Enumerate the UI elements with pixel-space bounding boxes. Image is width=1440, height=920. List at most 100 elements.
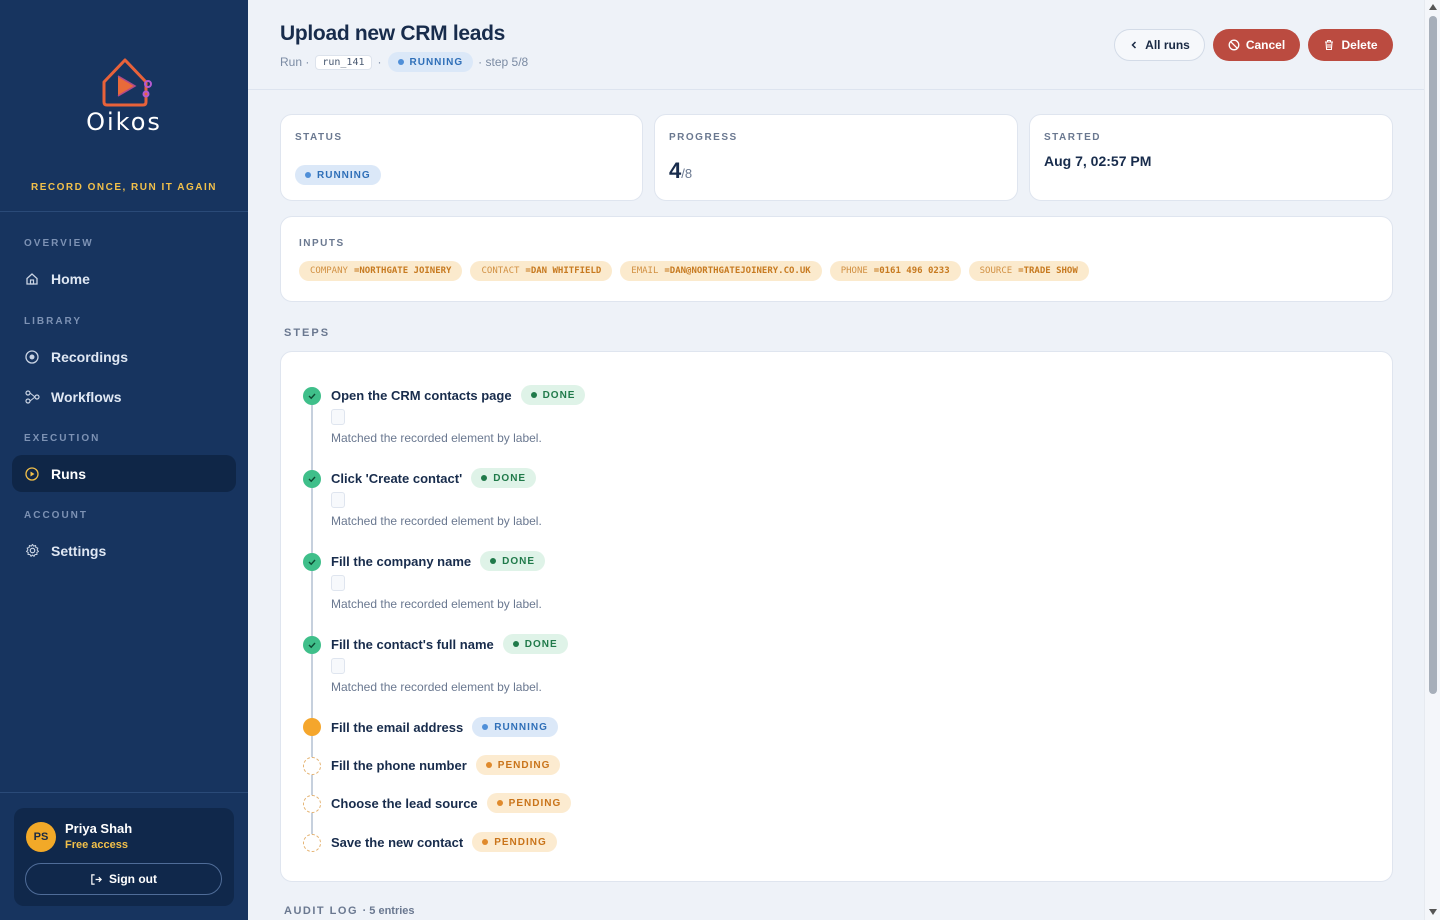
- step-title-text: Fill the phone number: [331, 757, 467, 773]
- page-scrollbar[interactable]: [1424, 0, 1440, 920]
- audit-log-label: AUDIT LOG: [284, 905, 358, 917]
- step-title-text: Fill the company name: [331, 553, 472, 569]
- step-title: Open the CRM contacts page DONE: [331, 385, 586, 405]
- started-value: Aug 7, 02:57 PM: [1044, 153, 1152, 169]
- status-badge-label: RUNNING: [409, 56, 464, 68]
- trash-icon: [1325, 39, 1334, 51]
- cancel-label: Cancel: [1245, 38, 1286, 52]
- step-title-text: Fill the email address: [331, 719, 464, 735]
- all-runs-button[interactable]: All runs: [1114, 29, 1205, 61]
- sidebar-item-label: Runs: [51, 465, 86, 482]
- step-title: Fill the contact's full name DONE: [331, 634, 568, 654]
- status-dot-icon: [482, 724, 489, 730]
- scrollbar-thumb[interactable]: [1429, 16, 1437, 694]
- brand-tagline: RECORD ONCE, RUN IT AGAIN: [30, 182, 218, 193]
- home-icon: [24, 271, 40, 287]
- timeline-line: [311, 396, 313, 848]
- record-icon: [24, 349, 40, 365]
- chip-value: =DAN WHITFIELD: [525, 266, 602, 276]
- inputs-card: INPUTS COMPANY =NORTHGATE JOINERY CONTACT…: [280, 216, 1393, 302]
- step-status-label: DONE: [493, 472, 527, 484]
- delete-label: Delete: [1341, 38, 1378, 52]
- sidebar-item-runs[interactable]: Runs: [12, 455, 236, 492]
- step-title-text: Choose the lead source: [331, 795, 478, 811]
- workflow-icon: [24, 389, 40, 405]
- step-title: Fill the phone number PENDING: [331, 755, 561, 775]
- inputs-label: INPUTS: [299, 238, 345, 249]
- progress-total: /8: [681, 166, 693, 181]
- step-note: Matched the recorded element by label.: [331, 680, 542, 694]
- chip-value: =0161 496 0233: [873, 266, 950, 276]
- sidebar-item-workflows[interactable]: Workflows: [12, 378, 236, 415]
- steps-card: Open the CRM contacts page DONE Matched …: [280, 351, 1393, 882]
- all-runs-label: All runs: [1145, 38, 1190, 52]
- status-badge-label: RUNNING: [317, 169, 371, 181]
- step-note: Matched the recorded element by label.: [331, 514, 542, 528]
- input-chip-email: EMAIL =DAN@NORTHGATEJOINERY.CO.UK: [620, 261, 822, 281]
- nav-section-library: LIBRARY: [24, 316, 83, 327]
- chip-key: CONTACT: [481, 266, 520, 276]
- step-title-text: Save the new contact: [331, 834, 464, 850]
- check-icon: [303, 387, 321, 405]
- input-chip-contact: CONTACT =DAN WHITFIELD: [470, 261, 613, 281]
- play-circle-icon: [24, 466, 40, 482]
- brand: Oikos RECORD ONCE, RUN IT AGAIN: [0, 0, 248, 212]
- step-status-badge: PENDING: [486, 793, 572, 813]
- chevron-left-icon: [1131, 41, 1137, 49]
- input-chips: COMPANY =NORTHGATE JOINERY CONTACT =DAN WH…: [299, 261, 1097, 281]
- step-status-label: PENDING: [508, 797, 562, 809]
- step-screenshot-thumb[interactable]: [331, 575, 345, 591]
- status-dot-icon: [481, 475, 488, 481]
- step-note: Matched the recorded element by label.: [331, 431, 542, 445]
- chip-key: COMPANY: [310, 266, 348, 276]
- page-title: Upload new CRM leads: [280, 22, 506, 45]
- step-status-label: RUNNING: [494, 721, 548, 733]
- pending-circle-icon: [303, 834, 321, 852]
- step-status-label: DONE: [502, 555, 536, 567]
- sidebar-item-recordings[interactable]: Recordings: [12, 338, 236, 375]
- status-dot-icon: [485, 762, 492, 768]
- step-indicator: · step 5/8: [478, 55, 529, 69]
- audit-log-title: AUDIT LOG · 5 entries: [284, 905, 415, 917]
- nav-section-execution: EXECUTION: [24, 433, 101, 444]
- status-dot-icon: [305, 172, 311, 178]
- status-dot-icon: [490, 558, 497, 564]
- sidebar-item-settings[interactable]: Settings: [12, 532, 236, 569]
- ban-icon: [1228, 39, 1240, 51]
- chip-value: =NORTHGATE JOINERY: [353, 266, 452, 276]
- scroll-up-icon[interactable]: [1429, 4, 1437, 10]
- step-title-text: Open the CRM contacts page: [331, 387, 512, 403]
- sidebar-item-label: Settings: [51, 542, 107, 559]
- page-header: Upload new CRM leads Run · run_141 · RUN…: [248, 0, 1424, 90]
- user-name: Priya Shah: [65, 821, 133, 836]
- nav-section-overview: OVERVIEW: [24, 238, 94, 249]
- step-title-text: Fill the contact's full name: [331, 636, 494, 652]
- sign-out-label: Sign out: [109, 872, 157, 886]
- progress-card: PROGRESS 4/8: [654, 114, 1018, 201]
- avatar: PS: [26, 822, 56, 852]
- scroll-down-icon[interactable]: [1429, 909, 1437, 915]
- nav-section-account: ACCOUNT: [24, 510, 88, 521]
- step-title: Fill the email address RUNNING: [331, 717, 558, 737]
- status-badge: RUNNING: [387, 52, 474, 72]
- input-chip-source: SOURCE =TRADE SHOW: [968, 261, 1089, 281]
- step-screenshot-thumb[interactable]: [331, 409, 345, 425]
- step-title: Click 'Create contact' DONE: [331, 468, 537, 488]
- step-screenshot-thumb[interactable]: [331, 492, 345, 508]
- brand-name: Oikos: [86, 108, 162, 136]
- step-status-badge: PENDING: [472, 832, 557, 852]
- user-plan: Free access: [65, 839, 128, 851]
- sign-out-button[interactable]: Sign out: [25, 863, 222, 895]
- chip-key: PHONE: [840, 266, 868, 276]
- started-card-label: STARTED: [1044, 132, 1101, 143]
- sidebar-item-home[interactable]: Home: [12, 260, 236, 297]
- sign-out-icon: [91, 873, 102, 885]
- step-screenshot-thumb[interactable]: [331, 658, 345, 674]
- check-icon: [303, 553, 321, 571]
- cancel-button[interactable]: Cancel: [1213, 29, 1300, 61]
- step-status-label: PENDING: [494, 836, 547, 848]
- delete-button[interactable]: Delete: [1308, 29, 1393, 61]
- status-dot-icon: [512, 641, 519, 647]
- running-dot-icon: [303, 718, 321, 736]
- status-card: STATUS RUNNING: [280, 114, 643, 201]
